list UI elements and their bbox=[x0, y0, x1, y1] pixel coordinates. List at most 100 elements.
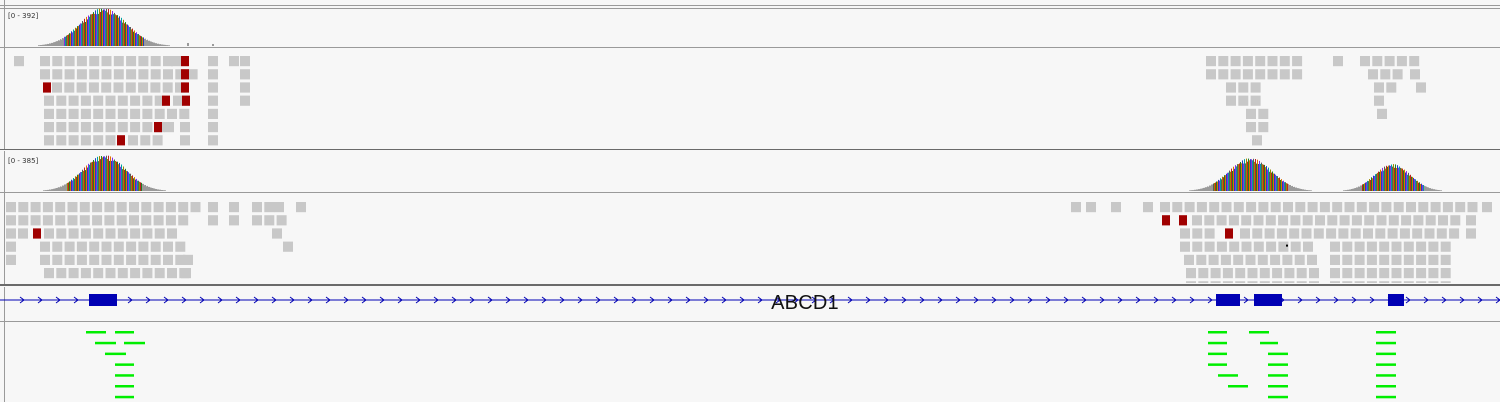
coverage-bar bbox=[98, 161, 99, 191]
aligned-read bbox=[68, 228, 79, 239]
aligned-read bbox=[1192, 241, 1203, 252]
read-pileup[interactable] bbox=[0, 48, 1500, 148]
aligned-read bbox=[93, 122, 104, 133]
coverage-bar bbox=[1435, 189, 1436, 191]
aligned-read bbox=[1391, 254, 1402, 265]
aligned-read bbox=[126, 69, 137, 80]
aligned-read bbox=[1315, 215, 1325, 226]
coverage-bar bbox=[117, 15, 118, 46]
coverage-bar bbox=[79, 173, 80, 191]
coverage-bar bbox=[1288, 184, 1289, 191]
coverage-bar bbox=[82, 21, 83, 46]
read-pileup[interactable] bbox=[0, 193, 1500, 283]
aligned-read bbox=[1241, 215, 1252, 226]
coverage-bar bbox=[1231, 168, 1232, 191]
coverage-bar bbox=[39, 45, 40, 46]
coverage-bar bbox=[1242, 160, 1243, 191]
coverage-bar bbox=[110, 9, 111, 46]
coverage-bar bbox=[131, 176, 132, 191]
aligned-read bbox=[274, 202, 284, 213]
feature-intervals[interactable] bbox=[0, 322, 1500, 402]
coverage-bar bbox=[1236, 166, 1237, 191]
coverage-bar bbox=[141, 36, 142, 46]
coverage-bar bbox=[1226, 173, 1227, 191]
aligned-read bbox=[178, 215, 189, 226]
aligned-read bbox=[276, 215, 287, 226]
coverage-bar bbox=[1301, 189, 1302, 191]
feature-interval bbox=[1268, 363, 1288, 366]
aligned-read bbox=[1387, 228, 1398, 239]
aligned-read bbox=[52, 241, 63, 252]
coverage-bar bbox=[1204, 187, 1205, 191]
aligned-read bbox=[1354, 254, 1365, 265]
coverage-bar bbox=[1405, 172, 1406, 191]
mismatch-read bbox=[182, 95, 190, 106]
coverage-bar bbox=[164, 44, 165, 46]
coverage-bar bbox=[1305, 189, 1306, 191]
aligned-read bbox=[1186, 268, 1196, 279]
coverage-bar bbox=[152, 42, 153, 46]
coverage-bar bbox=[144, 38, 145, 46]
coverage-bar bbox=[1190, 190, 1191, 191]
coverage-bar bbox=[1228, 172, 1229, 191]
coverage-bar bbox=[1366, 182, 1367, 191]
coverage-histogram bbox=[43, 155, 1442, 191]
feature-interval bbox=[1208, 363, 1227, 366]
aligned-read bbox=[208, 95, 218, 106]
coverage-bar bbox=[1303, 189, 1304, 191]
coverage-bar bbox=[107, 12, 108, 46]
feature-interval bbox=[95, 341, 116, 345]
aligned-read bbox=[1342, 281, 1353, 283]
coverage-bar bbox=[162, 44, 163, 46]
alignment-track-sample2: [0 - 385] bbox=[0, 151, 1500, 286]
aligned-read bbox=[1220, 254, 1231, 265]
aligned-read bbox=[126, 56, 137, 67]
coverage-bar bbox=[1391, 164, 1392, 191]
aligned-read bbox=[1160, 202, 1170, 213]
coverage-bar bbox=[1285, 182, 1286, 191]
coverage-bar bbox=[1357, 187, 1358, 191]
coverage-bar bbox=[50, 189, 51, 191]
aligned-read bbox=[1332, 202, 1343, 213]
coverage-bar bbox=[1255, 159, 1256, 191]
coverage-bar bbox=[1224, 175, 1225, 191]
coverage-bar bbox=[109, 14, 110, 46]
aligned-read bbox=[80, 135, 91, 146]
aligned-read bbox=[1192, 215, 1202, 226]
aligned-read bbox=[56, 95, 67, 106]
coverage-bar bbox=[1215, 182, 1216, 191]
exon bbox=[1254, 294, 1282, 306]
aligned-read bbox=[141, 215, 152, 226]
aligned-read bbox=[1302, 215, 1313, 226]
aligned-read bbox=[117, 108, 128, 119]
coverage-bar bbox=[144, 185, 145, 191]
aligned-read bbox=[1218, 69, 1229, 80]
feature-interval bbox=[1376, 374, 1396, 377]
coverage-bar bbox=[58, 40, 59, 46]
coverage-bar bbox=[122, 169, 123, 191]
coverage-bar bbox=[88, 163, 89, 191]
aligned-read bbox=[52, 56, 63, 67]
coverage-bar bbox=[153, 188, 154, 191]
aligned-read bbox=[130, 122, 141, 133]
coverage-bar bbox=[1281, 179, 1282, 191]
coverage-bar bbox=[69, 33, 70, 46]
aligned-read bbox=[101, 241, 112, 252]
coverage-bar bbox=[161, 44, 162, 46]
coverage-bar bbox=[1227, 172, 1228, 191]
aligned-read bbox=[1283, 202, 1293, 213]
coverage-bar bbox=[74, 178, 75, 191]
coverage-bar bbox=[102, 157, 103, 191]
aligned-read bbox=[150, 56, 161, 67]
aligned-read bbox=[229, 56, 239, 67]
aligned-read bbox=[154, 228, 165, 239]
coverage-bar bbox=[130, 173, 131, 191]
aligned-read bbox=[283, 241, 293, 252]
aligned-read bbox=[113, 82, 124, 93]
track-border bbox=[0, 5, 1500, 6]
mismatch-read bbox=[43, 82, 51, 93]
coverage-bar bbox=[115, 14, 116, 46]
coverage-bar bbox=[1347, 189, 1348, 191]
coverage-bar bbox=[154, 188, 155, 191]
aligned-read bbox=[129, 215, 139, 226]
